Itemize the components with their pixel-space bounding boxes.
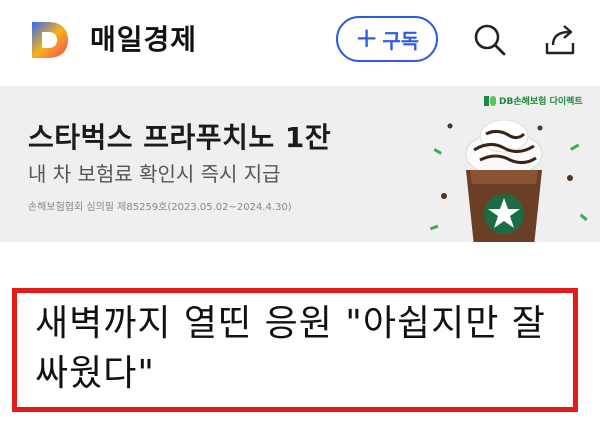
subscribe-button[interactable]: + 구독 <box>336 16 438 62</box>
db-logo-icon <box>484 95 496 106</box>
app-header: 매일경제 + 구독 <box>0 0 600 84</box>
subscribe-label: 구독 <box>382 28 420 53</box>
maeil-logo-icon[interactable] <box>28 18 72 62</box>
ad-headline: 스타벅스 프라푸치노 1잔 <box>28 121 332 154</box>
article-headline: 새벽까지 열띤 응원 "아쉽지만 잘 싸웠다" <box>35 303 546 394</box>
frappuccino-drink-image <box>429 119 588 242</box>
search-button[interactable] <box>470 20 510 60</box>
search-icon <box>474 24 506 56</box>
share-button[interactable] <box>540 20 580 60</box>
ad-subline: 내 차 보험료 확인시 즉시 지급 <box>28 162 281 186</box>
ad-fine-print: 손해보험협회 심의필 제85259호(2023.05.02~2024.4.30) <box>28 202 292 213</box>
plus-icon: + <box>354 21 379 54</box>
share-icon <box>545 25 575 55</box>
brand-name[interactable]: 매일경제 <box>90 20 197 60</box>
article-headline-highlight: 새벽까지 열띤 응원 "아쉽지만 잘 싸웠다" <box>12 288 578 412</box>
insurance-ad-banner[interactable]: 스타벅스 프라푸치노 1잔 내 차 보험료 확인시 즉시 지급 손해보험협회 심… <box>0 86 600 242</box>
